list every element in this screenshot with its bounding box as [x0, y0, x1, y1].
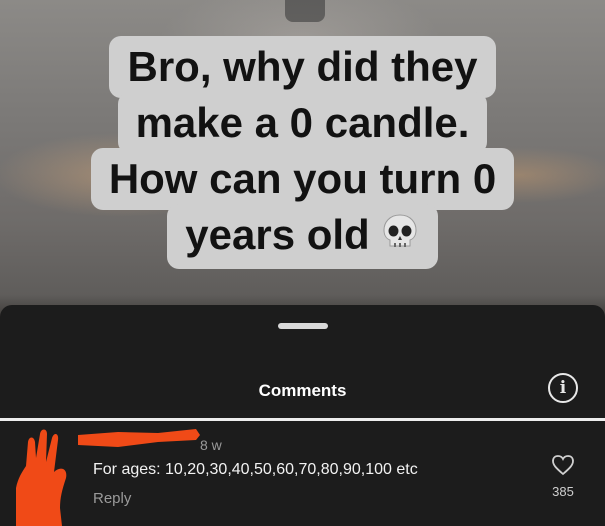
info-icon[interactable]: i — [548, 373, 578, 403]
comments-title: Comments — [258, 381, 347, 400]
comment-text: For ages: 10,20,30,40,50,60,70,80,90,100… — [93, 461, 418, 478]
drag-handle[interactable] — [278, 323, 328, 329]
video-caption: Bro, why did they make a 0 candle. How c… — [0, 0, 605, 270]
caption-line-4: years old — [167, 204, 438, 270]
caption-line-3: How can you turn 0 — [90, 148, 515, 210]
caption-line-4-text: years old — [185, 211, 370, 258]
caption-line-2: make a 0 candle. — [117, 92, 488, 154]
username-redaction — [78, 429, 200, 447]
heart-icon[interactable] — [548, 454, 578, 478]
comment-timestamp: 8 w — [200, 437, 222, 453]
comments-sheet: Comments i 8 w For ages: 10,20,30,40,50,… — [0, 305, 605, 526]
caption-line-1: Bro, why did they — [109, 36, 496, 98]
comment-item: 8 w For ages: 10,20,30,40,50,60,70,80,90… — [0, 421, 605, 526]
skull-icon — [380, 212, 420, 263]
avatar-redaction — [16, 429, 67, 526]
reply-button[interactable]: Reply — [93, 490, 131, 507]
like-count: 385 — [552, 484, 574, 499]
